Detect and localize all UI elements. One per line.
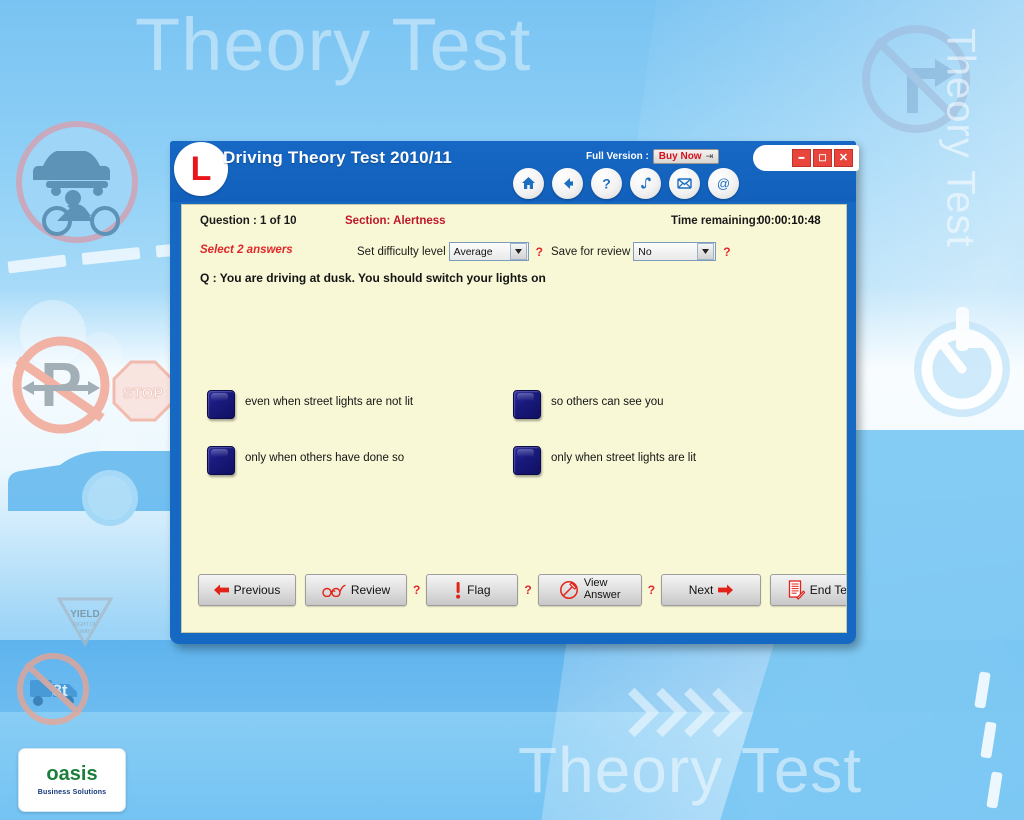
l-plate-icon: L	[174, 142, 228, 196]
answer-option[interactable]: so others can see you	[499, 390, 843, 419]
answer-checkbox[interactable]	[513, 390, 541, 419]
svg-text:YIELD: YIELD	[70, 609, 99, 620]
review-help-icon[interactable]: ?	[413, 583, 420, 597]
section-label: Section: Alertness	[345, 215, 446, 227]
answer-options: even when street lights are not lit so o…	[182, 390, 846, 502]
external-link-icon: ⇥	[705, 151, 714, 161]
oasis-logo: oasis Business Solutions	[18, 748, 126, 812]
answer-label: only when others have done so	[245, 452, 405, 464]
end-test-button[interactable]: End Test	[770, 574, 847, 606]
answer-label: only when street lights are lit	[551, 452, 697, 464]
left-arrow-icon	[213, 584, 229, 596]
watermark-bottom: Theory Test	[518, 734, 863, 806]
buy-now-button[interactable]: Buy Now ⇥	[652, 149, 720, 164]
answer-checkbox[interactable]	[207, 446, 235, 475]
envelope-icon[interactable]	[669, 168, 700, 199]
svg-text:RIGHT OF: RIGHT OF	[73, 622, 97, 628]
answer-row: even when street lights are not lit so o…	[182, 390, 846, 419]
previous-button[interactable]: Previous	[198, 574, 296, 606]
right-arrow-icon	[718, 584, 734, 596]
maximize-button[interactable]: ☐	[813, 149, 832, 167]
next-button[interactable]: Next	[661, 574, 762, 606]
watermark-top: Theory Test	[135, 3, 532, 86]
answer-label: even when street lights are not lit	[245, 396, 414, 408]
flag-button[interactable]: Flag	[426, 574, 519, 606]
meta-row-controls: Select 2 answers Set difficulty level Av…	[182, 242, 846, 264]
l-plate-letter: L	[190, 150, 212, 188]
view-answer-button-label: View Answer	[583, 577, 621, 601]
full-version-area: Full Version : Buy Now ⇥	[586, 149, 720, 164]
minimize-button[interactable]: ━	[792, 149, 811, 167]
previous-button-label: Previous	[233, 582, 281, 597]
svg-text:STOP: STOP	[123, 385, 164, 402]
home-icon[interactable]	[513, 168, 544, 199]
document-pen-icon	[788, 580, 805, 600]
full-version-label: Full Version :	[586, 151, 649, 162]
flag-button-label: Flag	[467, 582, 491, 597]
page-title: Driving Theory Test 2010/11	[223, 148, 453, 167]
difficulty-label: Set difficulty level	[357, 245, 446, 258]
chevron-down-icon	[509, 243, 527, 260]
car-motorcycle-sign	[10, 118, 144, 251]
nav-icon-bar: ? @	[513, 168, 739, 199]
time-remaining-label: Time remaining:	[671, 215, 760, 227]
test-panel: Question : 1 of 10 Section: Alertness Ti…	[181, 204, 847, 633]
svg-text:?: ?	[602, 176, 611, 192]
stop-sign: STOP	[112, 360, 174, 427]
review-button[interactable]: Review	[305, 574, 407, 606]
action-button-bar: Previous Review ? Flag ? View Answer ? N…	[198, 574, 847, 606]
difficulty-group: Set difficulty level Average ?	[357, 242, 543, 261]
save-for-review-value: No	[638, 245, 652, 258]
phone-icon[interactable]	[630, 168, 661, 199]
answer-option[interactable]: only when street lights are lit	[499, 446, 843, 475]
speedometer-icon	[900, 295, 1024, 430]
svg-text:WAY: WAY	[80, 629, 91, 635]
window-controls: ━ ☐ ✕	[753, 145, 859, 171]
answer-checkbox[interactable]	[207, 390, 235, 419]
title-bar: L Driving Theory Test 2010/11 Full Versi…	[170, 141, 859, 202]
help-question-icon[interactable]: ?	[591, 168, 622, 199]
buy-now-label: Buy Now	[658, 151, 702, 162]
exclamation-icon	[454, 581, 462, 599]
close-button[interactable]: ✕	[834, 149, 853, 167]
oasis-logo-name: oasis	[46, 763, 98, 785]
save-for-review-group: Save for review No ?	[551, 242, 731, 261]
select-answers-note: Select 2 answers	[200, 244, 293, 256]
difficulty-help-icon[interactable]: ?	[536, 245, 543, 259]
car-silhouette	[2, 425, 192, 555]
flag-help-icon[interactable]: ?	[524, 583, 531, 597]
answer-checkbox[interactable]	[513, 446, 541, 475]
review-button-label: Review	[350, 582, 391, 597]
watermark-right: Theory Test	[938, 28, 983, 248]
oasis-logo-tagline: Business Solutions	[37, 789, 107, 796]
difficulty-value: Average	[453, 245, 493, 258]
crossed-circle-pen-icon	[559, 580, 579, 600]
time-remaining-value: 00:00:10:48	[758, 215, 821, 227]
application-window: L Driving Theory Test 2010/11 Full Versi…	[170, 141, 859, 644]
at-sign-icon[interactable]: @	[708, 168, 739, 199]
save-for-review-help-icon[interactable]: ?	[723, 245, 730, 259]
view-answer-help-icon[interactable]: ?	[648, 583, 655, 597]
glasses-icon	[322, 584, 346, 597]
answer-label: so others can see you	[551, 396, 664, 408]
difficulty-select[interactable]: Average	[448, 242, 529, 261]
answer-option[interactable]: only when others have done so	[182, 446, 499, 475]
answer-option[interactable]: even when street lights are not lit	[182, 390, 499, 419]
back-arrow-icon[interactable]	[552, 168, 583, 199]
svg-text:@: @	[717, 176, 730, 191]
next-button-label: Next	[688, 582, 714, 597]
question-text: Q : You are driving at dusk. You should …	[200, 271, 546, 285]
view-answer-button[interactable]: View Answer	[537, 574, 642, 606]
yield-sign: YIELD RIGHT OF WAY	[56, 595, 114, 652]
save-for-review-label: Save for review	[551, 245, 631, 258]
question-counter: Question : 1 of 10	[200, 215, 297, 227]
meta-row-top: Question : 1 of 10 Section: Alertness Ti…	[182, 215, 846, 233]
save-for-review-select[interactable]: No	[633, 242, 717, 261]
end-test-button-label: End Test	[809, 582, 847, 597]
answer-row: only when others have done so only when …	[182, 446, 846, 475]
no-trucks-3t-sign: 3t	[12, 650, 94, 733]
chevron-down-icon	[697, 243, 715, 260]
